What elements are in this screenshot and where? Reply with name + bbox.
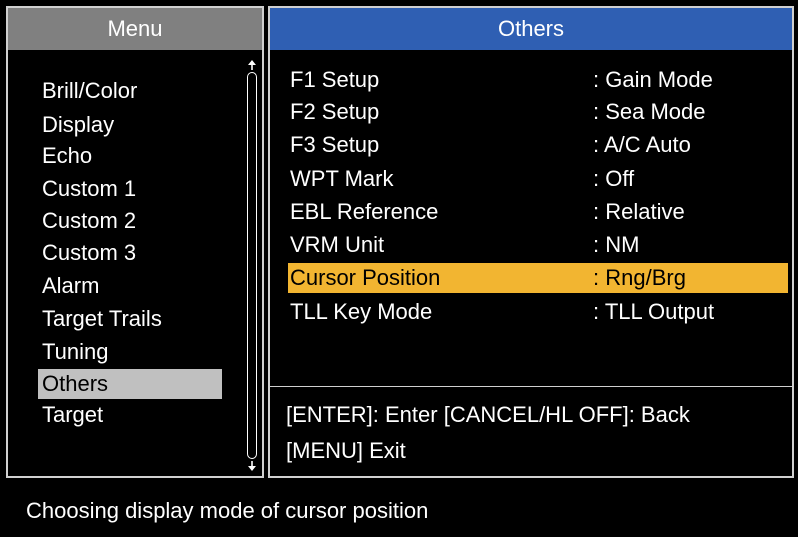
arrow-up-icon[interactable] [248, 60, 256, 70]
menu-scrollbar[interactable] [246, 58, 258, 473]
setting-value: : Rng/Brg [593, 265, 686, 290]
help-text-line-2: [MENU] Exit [286, 438, 406, 463]
radar-menu-screen: Menu Brill/Color Display Echo Custom 1 C… [0, 0, 798, 537]
setting-value: : Gain Mode [593, 67, 713, 92]
menu-item-custom-1[interactable]: Custom 1 [38, 174, 222, 204]
status-bar: Choosing display mode of cursor position [0, 484, 798, 537]
setting-f2-setup[interactable]: F2 Setup : Sea Mode [288, 97, 788, 127]
setting-label: F1 Setup [290, 67, 380, 92]
menu-item-brill-color[interactable]: Brill/Color [38, 76, 222, 106]
setting-wpt-mark[interactable]: WPT Mark : Off [288, 164, 788, 194]
setting-value: : Sea Mode [593, 99, 706, 124]
menu-item-alarm[interactable]: Alarm [38, 271, 222, 301]
setting-value: : A/C Auto [593, 132, 691, 157]
setting-label: VRM Unit [290, 232, 385, 257]
setting-label: Cursor Position [290, 265, 441, 290]
setting-value: : Off [593, 166, 635, 191]
menu-item-target-trails[interactable]: Target Trails [38, 304, 222, 334]
main-menu-panel: Menu Brill/Color Display Echo Custom 1 C… [6, 6, 264, 478]
setting-tll-key-mode[interactable]: TLL Key Mode : TLL Output [288, 297, 788, 327]
setting-value: : NM [593, 232, 640, 257]
others-title: Others [270, 8, 792, 50]
menu-item-custom-3[interactable]: Custom 3 [38, 238, 222, 268]
scroll-track[interactable] [247, 72, 257, 459]
others-panel: Others F1 Setup : Gain Mode F2 Setup : S… [268, 6, 794, 478]
menu-item-tuning[interactable]: Tuning [38, 337, 222, 367]
setting-f1-setup[interactable]: F1 Setup : Gain Mode [288, 65, 788, 95]
menu-item-echo[interactable]: Echo [38, 141, 222, 171]
setting-label: F3 Setup [290, 132, 380, 157]
menu-item-others[interactable]: Others [38, 369, 222, 399]
setting-value: : TLL Output [593, 299, 715, 324]
menu-item-display[interactable]: Display [38, 110, 222, 140]
menu-title: Menu [8, 8, 262, 50]
help-text-line-1: [ENTER]: Enter [CANCEL/HL OFF]: Back [286, 402, 690, 427]
setting-f3-setup[interactable]: F3 Setup : A/C Auto [288, 130, 788, 160]
setting-value: : Relative [593, 199, 685, 224]
setting-label: EBL Reference [290, 199, 439, 224]
status-message: Choosing display mode of cursor position [26, 497, 429, 523]
setting-label: TLL Key Mode [290, 299, 433, 324]
setting-label: WPT Mark [290, 166, 394, 191]
menu-item-custom-2[interactable]: Custom 2 [38, 206, 222, 236]
menu-item-target[interactable]: Target [38, 400, 222, 430]
setting-vrm-unit[interactable]: VRM Unit : NM [288, 230, 788, 260]
setting-cursor-position[interactable]: Cursor Position : Rng/Brg [288, 263, 788, 293]
help-divider [270, 386, 792, 387]
setting-label: F2 Setup [290, 99, 380, 124]
setting-ebl-reference[interactable]: EBL Reference : Relative [288, 197, 788, 227]
arrow-down-icon[interactable] [248, 461, 256, 471]
